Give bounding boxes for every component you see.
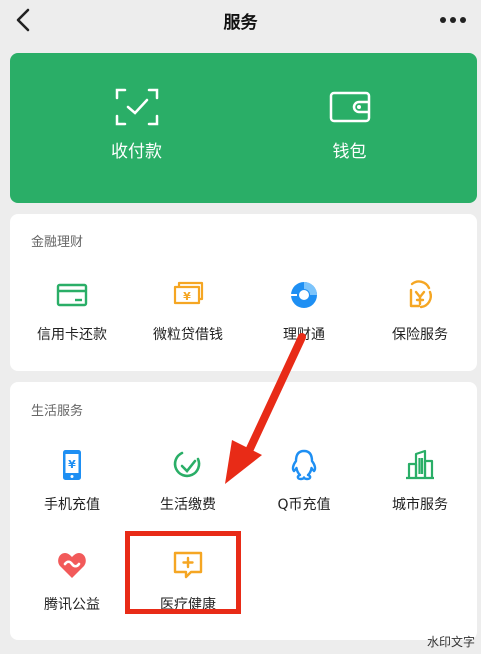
city-service-label: 城市服务 <box>392 497 448 513</box>
medical-health-icon <box>173 551 203 579</box>
weilidai-loan-item[interactable]: ¥ 微粒贷借钱 <box>130 278 246 358</box>
wallet-label: 钱包 <box>332 142 367 162</box>
qq-coin-label: Q币充值 <box>277 497 331 513</box>
more-dots-icon <box>440 17 466 23</box>
credit-card-repay-item[interactable]: 信用卡还款 <box>14 278 130 358</box>
bill-pay-item[interactable]: 生活缴费 <box>130 448 246 528</box>
tencent-charity-label: 腾讯公益 <box>44 597 100 613</box>
licaitong-label: 理财通 <box>283 327 325 343</box>
finance-section-title: 金融理财 <box>31 235 84 250</box>
tencent-charity-item[interactable]: 腾讯公益 <box>14 548 130 628</box>
city-service-icon <box>406 449 434 480</box>
watermark-text: 水印文字 <box>426 635 475 649</box>
charity-heart-icon <box>58 553 86 578</box>
more-button[interactable] <box>435 4 471 36</box>
medical-health-item[interactable]: 医疗健康 <box>130 548 246 628</box>
licaitong-item[interactable]: 理财通 <box>246 278 362 358</box>
insurance-icon <box>409 280 432 309</box>
svg-text:¥: ¥ <box>183 290 191 303</box>
qq-coin-item[interactable]: Q币充值 <box>246 448 362 528</box>
life-services-section-title: 生活服务 <box>31 404 84 419</box>
life-services-section: 生活服务 ¥ 手机充值 生活缴费 Q币充值 城市服务 腾讯公益 医疗健康 <box>10 382 477 640</box>
insurance-label: 保险服务 <box>392 327 448 343</box>
phone-topup-icon: ¥ <box>63 450 81 480</box>
licaitong-icon <box>291 282 317 308</box>
credit-card-icon <box>56 283 88 307</box>
pay-receive-label: 收付款 <box>111 142 162 162</box>
scan-pay-icon <box>115 88 158 126</box>
nav-bar: 服务 <box>0 0 481 44</box>
page-title: 服务 <box>223 13 258 33</box>
wallet-panel: 收付款 钱包 <box>10 53 477 203</box>
bill-pay-label: 生活缴费 <box>160 497 216 513</box>
cash-icon: ¥ <box>173 281 204 305</box>
credit-card-repay-label: 信用卡还款 <box>37 327 107 343</box>
qq-coin-icon <box>291 449 317 481</box>
finance-section: 金融理财 信用卡还款 ¥ 微粒贷借钱 理财通 保险服务 <box>10 214 477 371</box>
city-service-item[interactable]: 城市服务 <box>362 448 478 528</box>
weilidai-loan-label: 微粒贷借钱 <box>153 327 223 343</box>
wallet-button[interactable]: 钱包 <box>233 53 466 203</box>
medical-health-label: 医疗健康 <box>160 597 216 613</box>
bill-pay-icon <box>173 451 201 478</box>
phone-topup-label: 手机充值 <box>44 497 100 513</box>
wallet-icon <box>329 91 370 123</box>
phone-topup-item[interactable]: ¥ 手机充值 <box>14 448 130 528</box>
pay-receive-button[interactable]: 收付款 <box>20 53 253 203</box>
insurance-item[interactable]: 保险服务 <box>362 278 478 358</box>
svg-text:¥: ¥ <box>68 458 76 471</box>
